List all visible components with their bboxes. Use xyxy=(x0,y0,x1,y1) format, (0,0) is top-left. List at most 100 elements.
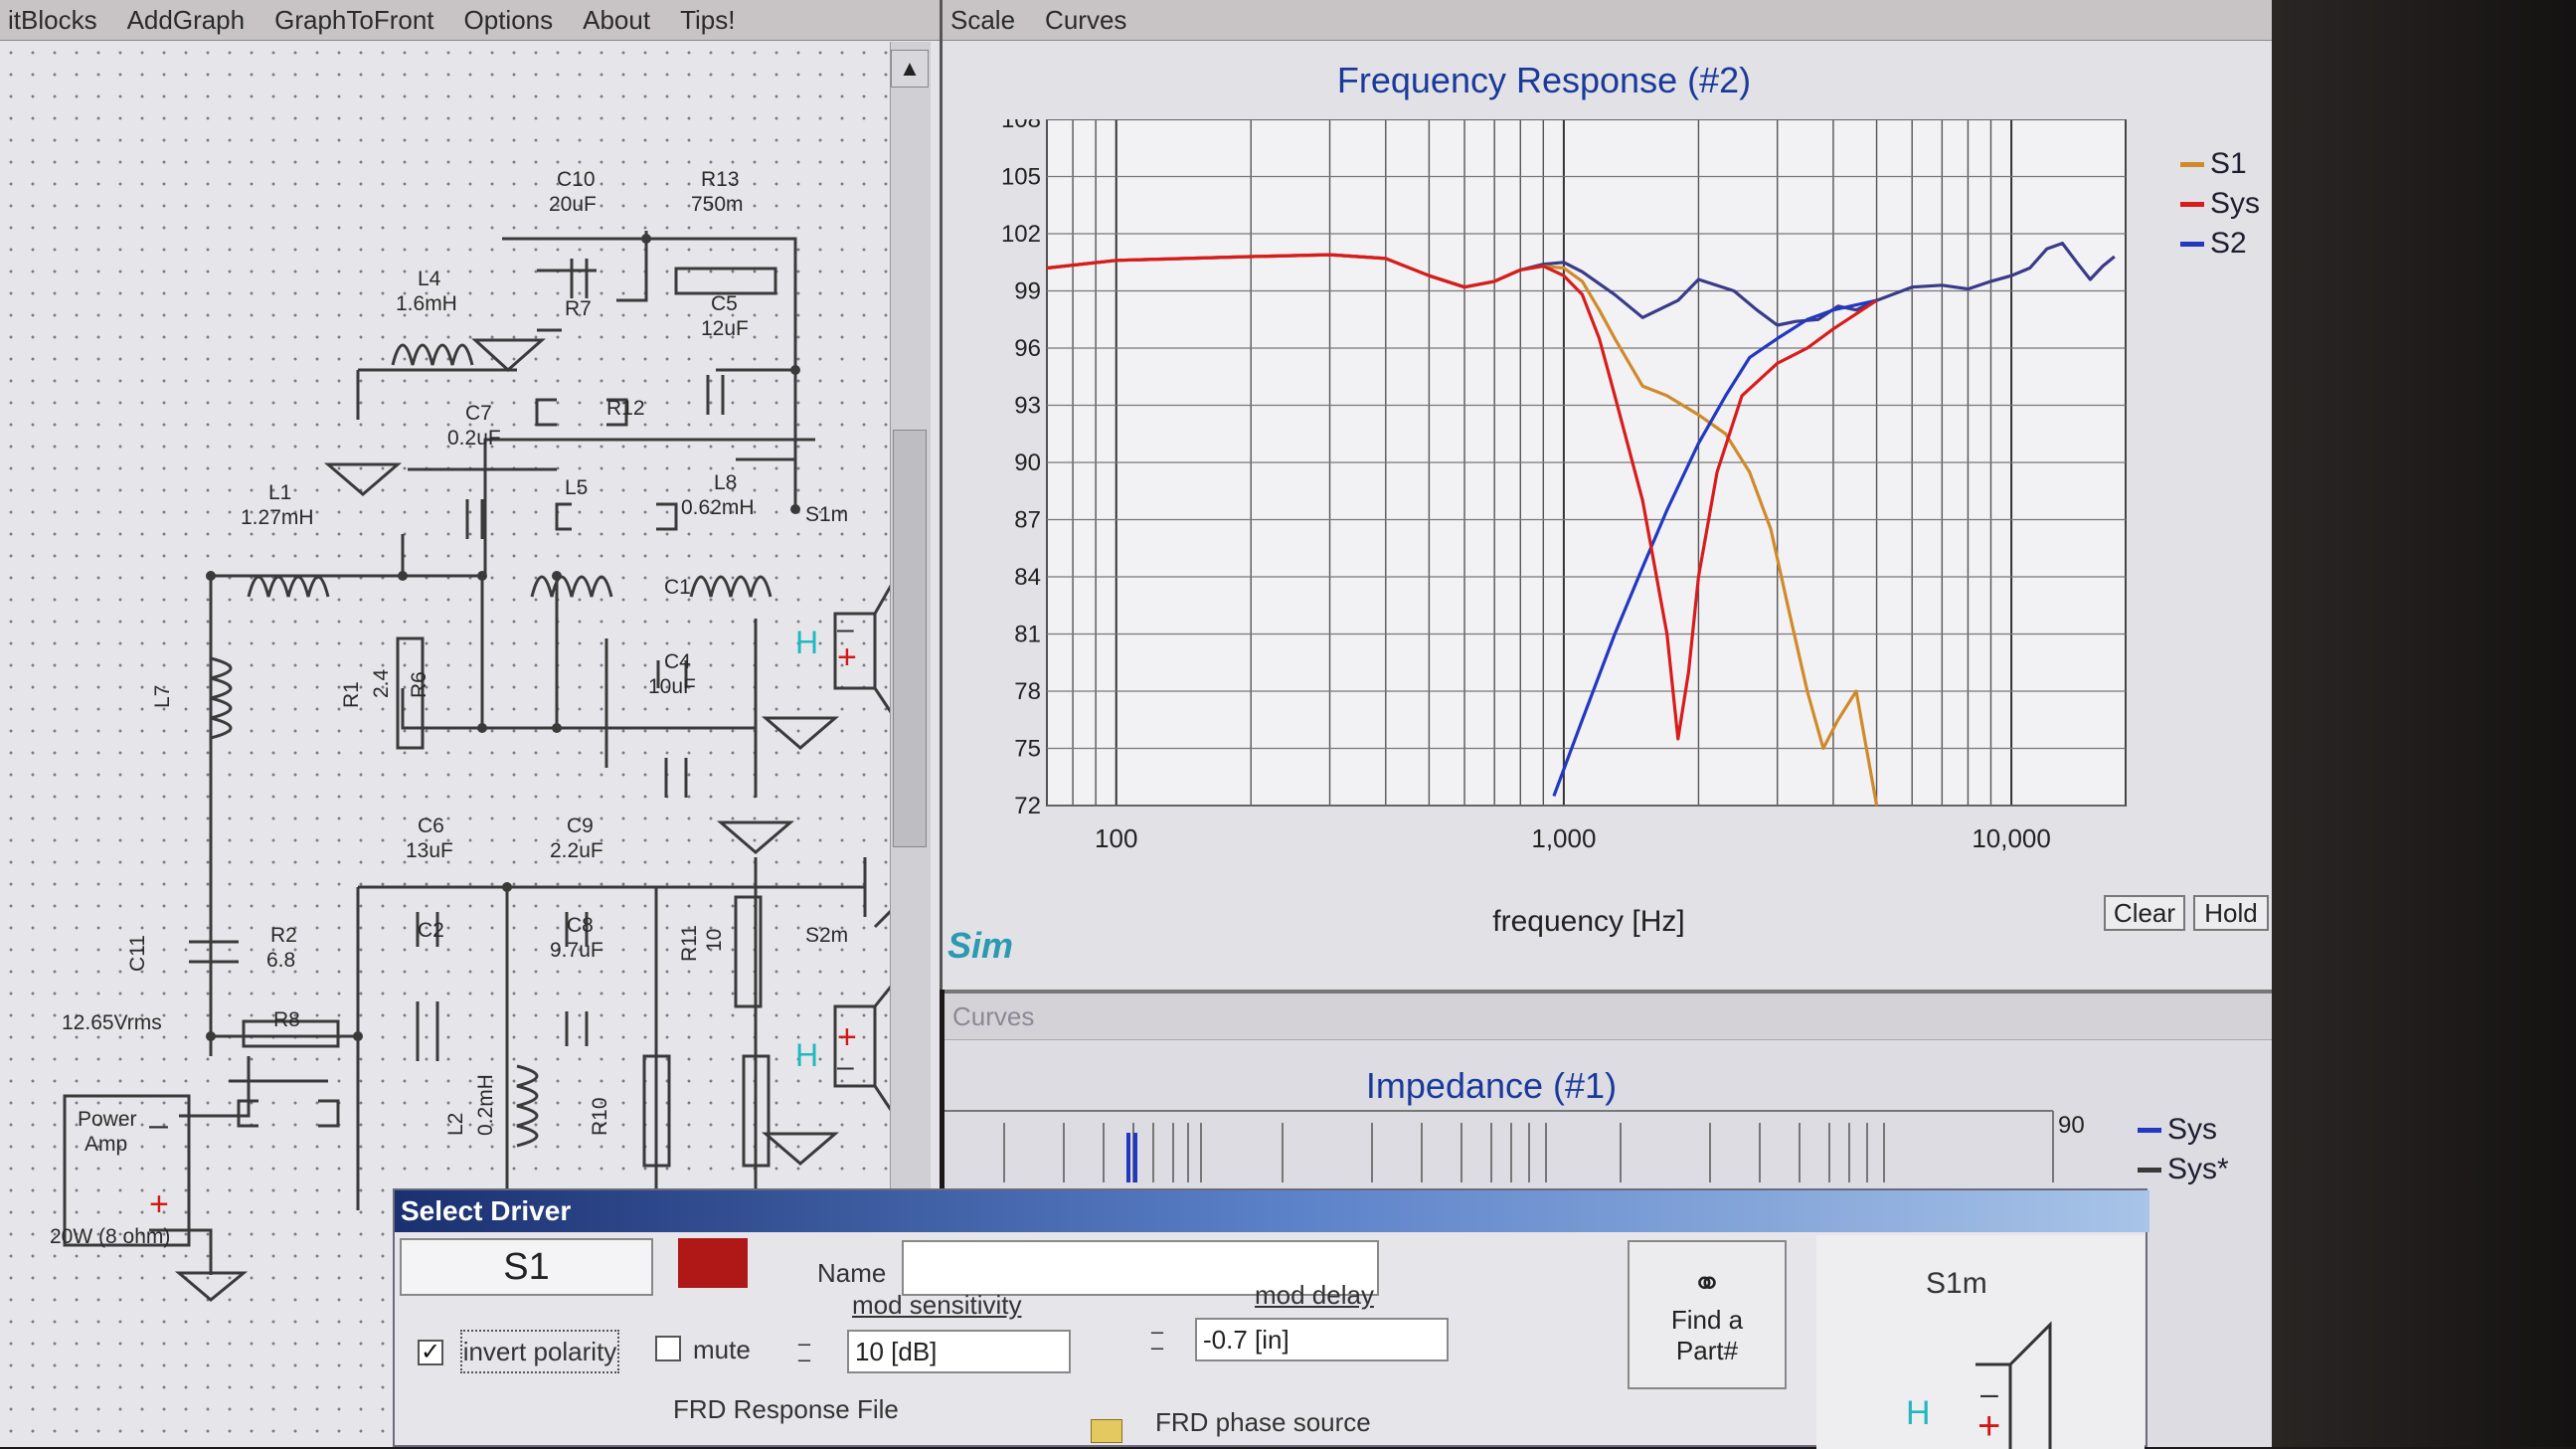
impedance-grid xyxy=(945,1110,2054,1182)
name-label: Name xyxy=(817,1258,887,1288)
frd-phase-label: FRD phase source xyxy=(1155,1407,1371,1437)
frd-response-label: FRD Response File xyxy=(673,1394,899,1424)
label-r6: R6 xyxy=(408,671,430,698)
y-tick-label: 108 xyxy=(1002,119,1041,133)
menu-about[interactable]: About xyxy=(583,5,650,36)
label-c1: C1 xyxy=(664,576,691,599)
menu-graph-to-front[interactable]: GraphToFront xyxy=(274,5,433,36)
legend-s1-label: S1 xyxy=(2210,147,2247,180)
menu-curves[interactable]: Curves xyxy=(1045,5,1126,36)
mute-checkbox[interactable] xyxy=(655,1336,681,1361)
y-tick-label: 87 xyxy=(1014,507,1041,534)
label-l2: L2 xyxy=(444,1113,467,1136)
s2m-h-marker: H xyxy=(795,1037,818,1073)
y-tick-label: 102 xyxy=(1002,221,1041,248)
label-c9: C9 xyxy=(567,815,594,837)
impedance-ytick-90: 90 xyxy=(2058,1112,2085,1139)
x-tick-label: 10,000 xyxy=(1972,823,2051,853)
legend-s2-swatch xyxy=(2180,241,2204,247)
label-c4-value: 10uF xyxy=(648,675,696,698)
amp-plus-icon: + xyxy=(149,1185,169,1223)
mod-sensitivity-spinner[interactable]: – – xyxy=(782,1332,826,1371)
driver-color-swatch[interactable] xyxy=(678,1238,748,1288)
label-l8: L8 xyxy=(714,471,737,494)
label-r1: R1 xyxy=(340,681,363,708)
impedance-title: Impedance (#1) xyxy=(1365,1065,1618,1106)
mod-delay-input[interactable]: -0.7 [in] xyxy=(1195,1318,1449,1361)
driver-preview: S1m – + H xyxy=(1816,1235,2145,1449)
label-l4-value: 1.6mH xyxy=(396,292,457,315)
label-r10: R10 xyxy=(589,1097,611,1136)
binoculars-icon: ⚭ xyxy=(1691,1263,1723,1304)
menu-add-graph[interactable]: AddGraph xyxy=(127,5,246,36)
y-tick-label: 96 xyxy=(1014,335,1041,362)
amp-minus-icon: – xyxy=(149,1106,168,1144)
legend-s2-label: S2 xyxy=(2210,227,2247,260)
y-tick-label: 99 xyxy=(1014,278,1041,305)
x-tick-label: 100 xyxy=(1095,823,1137,853)
mute-label: mute xyxy=(693,1335,751,1364)
legend-sys: Sys xyxy=(2180,187,2260,221)
dialog-title: Select Driver xyxy=(401,1195,572,1226)
x-axis-label: frequency [Hz] xyxy=(1492,905,1685,938)
delay-down-icon[interactable]: – xyxy=(1151,1337,1163,1358)
scroll-thumb[interactable] xyxy=(893,430,927,847)
preview-h-marker: H xyxy=(1906,1394,1931,1432)
clear-button[interactable]: Clear xyxy=(2104,895,2185,931)
label-c5-value: 12uF xyxy=(701,317,749,340)
menu-tips[interactable]: Tips! xyxy=(680,5,735,36)
x-tick-label: 1,000 xyxy=(1531,823,1596,853)
mod-delay-spinner[interactable]: – – xyxy=(1135,1320,1179,1359)
imp-legend-sys-star: Sys* xyxy=(2138,1153,2229,1186)
y-tick-label: 81 xyxy=(1014,622,1041,648)
impedance-chart[interactable]: 90 xyxy=(945,1103,2282,1182)
monitor-bezel xyxy=(2272,0,2576,1447)
menu-options[interactable]: Options xyxy=(464,5,554,36)
folder-icon[interactable] xyxy=(1091,1419,1122,1443)
label-amp-line1: Power xyxy=(78,1108,137,1131)
label-c5: C5 xyxy=(711,292,738,315)
imp-legend-sys-star-swatch xyxy=(2138,1167,2161,1173)
label-l8-value: 0.62mH xyxy=(681,496,755,519)
spinner-down-icon[interactable]: – xyxy=(798,1349,810,1370)
label-c7-value: 0.2uF xyxy=(447,427,501,450)
menu-blocks[interactable]: itBlocks xyxy=(8,5,97,36)
schematic-menubar: itBlocks AddGraph GraphToFront Options A… xyxy=(0,0,940,41)
select-driver-dialog: Select Driver S1 Name ✓ invert polarity … xyxy=(393,1188,2149,1449)
label-c8-value: 9.7uF xyxy=(550,939,603,962)
frequency-response-title: Frequency Response (#2) xyxy=(1336,60,1752,100)
y-tick-label: 72 xyxy=(1014,793,1041,819)
legend-s1-swatch xyxy=(2180,161,2204,167)
label-c10-value: 20uF xyxy=(549,193,597,216)
label-r12: R12 xyxy=(606,397,645,420)
preview-label: S1m xyxy=(1926,1267,1987,1300)
label-c9-value: 2.2uF xyxy=(550,839,603,862)
label-r8: R8 xyxy=(273,1008,300,1031)
frequency-response-window: Scale Curves Frequency Response (#2) 72 7… xyxy=(940,0,2275,990)
hold-button[interactable]: Hold xyxy=(2193,895,2269,931)
s1m-plus-icon: + xyxy=(837,638,857,676)
label-c4: C4 xyxy=(664,650,691,673)
label-amp-rating: 20W (8 ohm) xyxy=(50,1225,170,1248)
invert-polarity-checkbox[interactable]: ✓ xyxy=(418,1340,443,1365)
mod-sensitivity-input[interactable]: 10 [dB] xyxy=(847,1330,1071,1373)
dialog-titlebar[interactable]: Select Driver xyxy=(395,1190,2149,1232)
menu-scale[interactable]: Scale xyxy=(950,5,1015,36)
menu-impedance-curves[interactable]: Curves xyxy=(952,1001,1034,1032)
frequency-response-chart[interactable]: 72 75 78 81 84 87 90 93 96 99 102 105 108 100 1,000 10,… xyxy=(1002,119,2136,860)
label-c8: C8 xyxy=(567,914,594,937)
find-part-button[interactable]: ⚭ Find a Part# xyxy=(1628,1240,1787,1389)
label-l4: L4 xyxy=(418,268,441,290)
graph-menubar: Scale Curves xyxy=(943,0,2275,41)
label-r1-value: 2.4 xyxy=(370,668,393,698)
y-tick-label: 90 xyxy=(1014,450,1041,476)
label-l5: L5 xyxy=(565,476,588,499)
s2m-minus-icon: – xyxy=(837,1050,854,1083)
svg-text:+: + xyxy=(1977,1404,2000,1448)
label-s2m: S2m xyxy=(805,924,848,947)
invert-polarity-label[interactable]: invert polarity xyxy=(460,1330,619,1373)
label-r7: R7 xyxy=(565,297,592,320)
scroll-up-icon[interactable]: ▲ xyxy=(891,50,929,88)
driver-id-field[interactable]: S1 xyxy=(400,1238,653,1296)
y-tick-label: 93 xyxy=(1014,393,1041,420)
